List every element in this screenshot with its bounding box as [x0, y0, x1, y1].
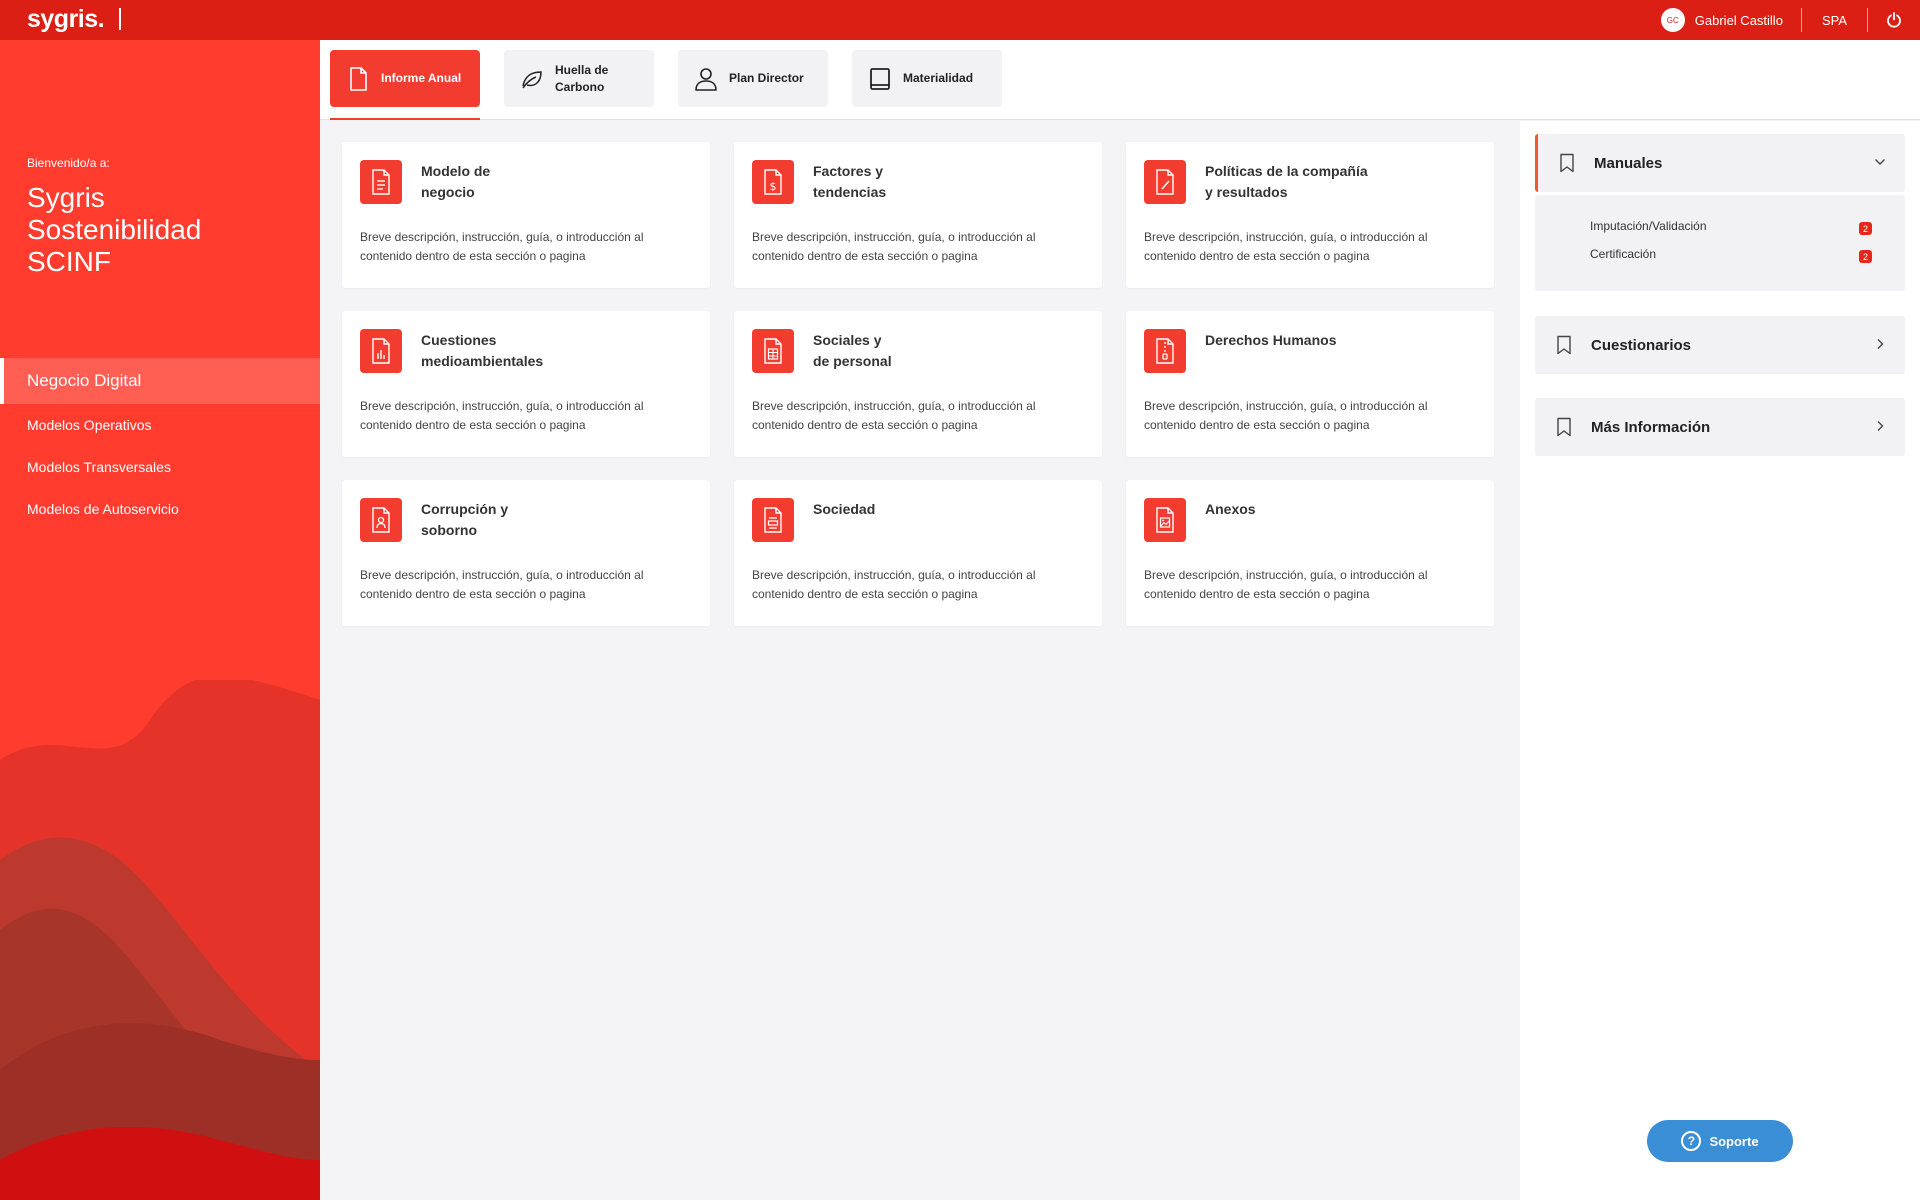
card-derechos-humanos[interactable]: Derechos Humanos Breve descripción, inst…: [1126, 311, 1494, 457]
accordion-cuestionarios[interactable]: Cuestionarios: [1535, 316, 1905, 374]
tab-label: Materialidad: [903, 71, 974, 85]
tab-plan-director[interactable]: Plan Director: [678, 50, 828, 107]
app-title-line: Sygris: [27, 182, 105, 213]
accordion-mas-informacion[interactable]: Más Información: [1535, 398, 1905, 456]
accordion-title: Cuestionarios: [1591, 336, 1692, 354]
welcome-label: Bienvenido/a a:: [27, 156, 110, 170]
user-icon: [695, 67, 717, 91]
card-modelo-negocio[interactable]: Modelo de negocio Breve descripción, ins…: [342, 142, 710, 288]
sidebar-item-modelos-operativos[interactable]: Modelos Operativos: [0, 404, 320, 446]
user-area: GC Gabriel Castillo SPA: [1660, 0, 1920, 40]
card-description: Breve descripción, instrucción, guía, o …: [752, 399, 1036, 432]
tabs-bar: Informe Anual Huella de Carbono Plan Dir…: [320, 40, 1920, 120]
bookmark-icon: [1560, 153, 1574, 173]
accordion-header[interactable]: Manuales: [1538, 134, 1905, 192]
document-zip-icon: [1144, 329, 1186, 373]
card-description: Breve descripción, instrucción, guía, o …: [1144, 568, 1428, 601]
card-title: Factores y tendencias: [813, 163, 887, 200]
list-item-label: Imputación/Validación: [1590, 219, 1707, 233]
language-selector[interactable]: SPA: [1802, 13, 1867, 28]
tab-label: Informe Anual: [381, 71, 462, 85]
count-badge: 2: [1859, 222, 1872, 235]
document-image-icon: [1144, 498, 1186, 542]
accordion-manuales[interactable]: Manuales: [1535, 134, 1905, 192]
support-label: Soporte: [1709, 1133, 1759, 1149]
accordion-header[interactable]: Cuestionarios: [1535, 316, 1905, 374]
card-cuestiones-medioambientales[interactable]: Cuestiones medioambientales Breve descri…: [342, 311, 710, 457]
card-description: Breve descripción, instrucción, guía, o …: [1144, 399, 1428, 432]
card-description: Breve descripción, instrucción, guía, o …: [1144, 230, 1428, 263]
document-dollar-icon: $: [752, 160, 794, 204]
accordion-title: Más Información: [1591, 418, 1711, 436]
card-title: Modelo de negocio: [421, 163, 491, 200]
card-description: Breve descripción, instrucción, guía, o …: [752, 230, 1036, 263]
app-title-line: SCINF: [27, 246, 111, 277]
tab-informe-anual[interactable]: Informe Anual: [330, 50, 480, 107]
card-description: Breve descripción, instrucción, guía, o …: [360, 399, 644, 432]
book-icon: [870, 67, 890, 90]
power-icon: [1887, 12, 1901, 28]
count-badge: 2: [1859, 250, 1872, 263]
document-form-icon: [752, 498, 794, 542]
card-sociedad[interactable]: Sociedad Breve descripción, instrucción,…: [734, 480, 1102, 626]
manuales-list: Imputación/Validación 2 Certificación 2: [1535, 195, 1905, 291]
card-title: Cuestiones medioambientales: [421, 332, 544, 369]
card-title: Anexos: [1205, 501, 1256, 517]
sidebar-item-modelos-autoservicio[interactable]: Modelos de Autoservicio: [0, 488, 320, 530]
bookmark-icon: [1557, 417, 1571, 437]
card-corrupcion-soborno[interactable]: Corrupción y soborno Breve descripción, …: [342, 480, 710, 626]
card-title: Sociales y de personal: [813, 332, 892, 369]
card-anexos[interactable]: Anexos Breve descripción, instrucción, g…: [1126, 480, 1494, 626]
support-button[interactable]: ? Soporte: [1647, 1120, 1793, 1162]
card-politicas-compania[interactable]: Políticas de la compañía y resultados Br…: [1126, 142, 1494, 288]
document-lines-icon: [360, 160, 402, 204]
card-sociales-personal[interactable]: Sociales y de personal Breve descripción…: [734, 311, 1102, 457]
sidebar: Bienvenido/a a: Sygris Sostenibilidad SC…: [0, 40, 320, 1200]
sidebar-item-negocio-digital[interactable]: Negocio Digital: [0, 358, 320, 404]
accordion-title: Manuales: [1594, 154, 1663, 172]
chevron-right-icon: [1877, 339, 1884, 349]
document-icon: [350, 66, 367, 91]
tab-label: Huella de Carbono: [555, 62, 609, 94]
tab-materialidad[interactable]: Materialidad: [852, 50, 1002, 107]
main-content: Modelo de negocio Breve descripción, ins…: [320, 121, 1520, 1200]
logout-button[interactable]: [1868, 12, 1920, 28]
sidebar-item-modelos-transversales[interactable]: Modelos Transversales: [0, 446, 320, 488]
list-item-certificacion[interactable]: Certificación 2: [1590, 247, 1890, 263]
leaf-icon: [522, 70, 542, 88]
list-item-label: Certificación: [1590, 247, 1657, 261]
chevron-down-icon: [1875, 159, 1885, 165]
active-tab-indicator: [330, 118, 480, 120]
logo-divider: [119, 8, 121, 30]
card-title: Sociedad: [813, 501, 876, 517]
right-panel: Manuales Imputación/Validación 2 Certifi…: [1520, 121, 1920, 1200]
top-bar: sygris. GC Gabriel Castillo SPA: [0, 0, 1920, 40]
card-title: Políticas de la compañía y resultados: [1205, 163, 1368, 200]
chevron-right-icon: [1877, 421, 1884, 431]
document-person-icon: [360, 498, 402, 542]
document-table-icon: [752, 329, 794, 373]
avatar[interactable]: GC: [1660, 8, 1685, 32]
sygris-logo[interactable]: sygris.: [27, 5, 105, 34]
card-description: Breve descripción, instrucción, guía, o …: [360, 568, 644, 601]
app-title-line: Sostenibilidad: [27, 214, 202, 245]
tab-label: Plan Director: [729, 71, 804, 85]
document-edit-icon: [1144, 160, 1186, 204]
decorative-waves: [0, 680, 320, 1200]
sidebar-nav: Negocio Digital Modelos Operativos Model…: [0, 358, 320, 530]
card-title: Derechos Humanos: [1205, 332, 1337, 348]
list-item-imputacion-validacion[interactable]: Imputación/Validación 2: [1590, 219, 1890, 235]
card-factores-tendencias[interactable]: $ Factores y tendencias Breve descripció…: [734, 142, 1102, 288]
card-title: Corrupción y soborno: [421, 501, 509, 538]
bookmark-icon: [1557, 335, 1571, 355]
help-icon: ?: [1681, 1131, 1702, 1151]
card-description: Breve descripción, instrucción, guía, o …: [752, 568, 1036, 601]
document-chart-icon: [360, 329, 402, 373]
tab-huella-carbono[interactable]: Huella de Carbono: [504, 50, 654, 107]
svg-text:$: $: [770, 180, 777, 193]
accordion-header[interactable]: Más Información: [1535, 398, 1905, 456]
card-description: Breve descripción, instrucción, guía, o …: [360, 230, 644, 263]
app-title: Sygris Sostenibilidad SCINF: [27, 182, 201, 278]
user-name[interactable]: Gabriel Castillo: [1695, 13, 1783, 28]
